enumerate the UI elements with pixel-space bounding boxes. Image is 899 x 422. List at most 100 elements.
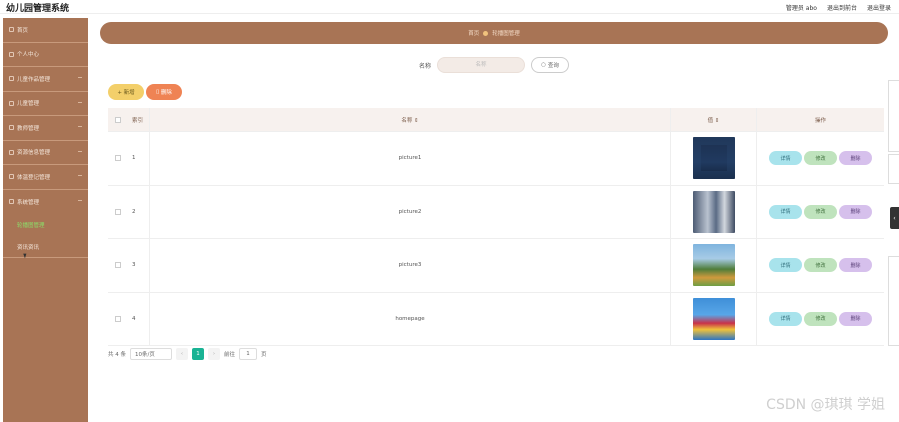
sidebar-item-works[interactable]: 儿童作品管理 <box>3 67 88 92</box>
sidebar-item-profile[interactable]: 个人中心 <box>3 43 88 67</box>
search-bar: 名称 名称 ○ 查询 <box>100 56 888 74</box>
row-thumbnail-image[interactable] <box>692 190 735 233</box>
table-row: 1 picture1 详情 修改 删除 <box>108 132 884 186</box>
row-checkbox[interactable] <box>115 262 121 269</box>
row-checkbox[interactable] <box>115 208 121 215</box>
sidebar-item-label: 儿童管理 <box>17 101 40 108</box>
delete-button[interactable]: 删除 <box>839 258 872 273</box>
row-index: 2 <box>128 185 150 238</box>
sidebar-item-label: 首页 <box>17 27 29 34</box>
sidebar-item-resources[interactable]: 资源信息管理 <box>3 141 88 165</box>
page-unit-label: 页 <box>261 352 267 358</box>
chevron-down-icon <box>78 77 82 78</box>
sidebar-item-label: 系统管理 <box>17 199 40 206</box>
chevron-down-icon <box>78 175 82 176</box>
batch-delete-label: 删除 <box>160 90 172 96</box>
delete-button[interactable]: 删除 <box>839 151 872 166</box>
chevron-down-icon <box>78 126 82 127</box>
side-panel-edge <box>888 154 899 184</box>
row-thumbnail-image[interactable] <box>692 137 735 180</box>
sidebar-item-label: 教师管理 <box>17 125 40 132</box>
batch-delete-button[interactable]: ▯ 删除 <box>146 84 182 100</box>
logout-link[interactable]: 退出登录 <box>867 3 891 12</box>
collapse-handle-icon[interactable]: ‹ <box>890 207 899 229</box>
sidebar-item-label: 体温登记管理 <box>17 174 51 181</box>
user-icon <box>9 51 14 57</box>
watermark: CSDN @琪琪 学姐 <box>766 397 885 413</box>
top-links: 管理员 abo 退出到前台 退出登录 <box>786 3 891 12</box>
search-input[interactable]: 名称 <box>437 57 525 73</box>
sidebar-subitem-carousel[interactable]: 轮播图管理 <box>3 214 88 236</box>
row-thumbnail-image[interactable] <box>692 297 735 340</box>
delete-button[interactable]: 删除 <box>839 204 872 219</box>
row-name: picture1 <box>150 132 671 185</box>
folder-icon <box>9 125 14 131</box>
edit-button[interactable]: 修改 <box>804 204 837 219</box>
sidebar-item-label: 资源信息管理 <box>17 150 51 157</box>
pagination-total: 共 4 条 <box>108 352 126 358</box>
select-all-checkbox[interactable] <box>115 116 121 123</box>
edit-button[interactable]: 修改 <box>804 258 837 273</box>
page-number-current[interactable]: 1 <box>192 348 204 360</box>
settings-icon <box>9 199 14 205</box>
content-panel: 名称 名称 ○ 查询 + 新增 ▯ 删除 索引 名称 ⇕ 值 ⇕ 操作 1 pic… <box>100 50 888 372</box>
sidebar: 首页 个人中心 儿童作品管理 儿童管理 教师管理 资源信息管理 体温登记管理 系… <box>3 18 88 422</box>
search-button[interactable]: ○ 查询 <box>531 57 569 73</box>
row-name: picture2 <box>150 185 671 238</box>
chevron-down-icon <box>78 150 82 152</box>
detail-button[interactable]: 详情 <box>769 311 802 326</box>
home-icon <box>9 27 14 33</box>
page-size-select[interactable]: 10条/页 <box>130 348 172 360</box>
next-page-button[interactable]: › <box>208 348 220 360</box>
column-header-value[interactable]: 值 ⇕ <box>671 108 757 131</box>
breadcrumb: 首页 轮播图管理 <box>100 22 888 44</box>
breadcrumb-home[interactable]: 首页 <box>468 29 479 37</box>
chevron-up-icon <box>78 199 82 201</box>
prev-page-button[interactable]: ‹ <box>176 348 188 360</box>
detail-button[interactable]: 详情 <box>769 204 802 219</box>
row-checkbox[interactable] <box>115 155 121 162</box>
table-row: 2 picture2 详情 修改 删除 <box>108 185 884 239</box>
goto-label: 前往 <box>224 352 236 358</box>
sidebar-item-label: 儿童作品管理 <box>17 76 51 83</box>
column-header-ops: 操作 <box>814 117 826 124</box>
table-header: 索引 名称 ⇕ 值 ⇕ 操作 <box>108 108 884 132</box>
row-name: picture3 <box>150 239 671 292</box>
search-button-label: 查询 <box>547 63 559 69</box>
exit-to-frontend-link[interactable]: 退出到前台 <box>827 3 857 12</box>
row-thumbnail-image[interactable] <box>692 244 735 287</box>
edit-button[interactable]: 修改 <box>804 151 837 166</box>
chevron-down-icon <box>78 101 82 103</box>
sidebar-item-system[interactable]: 系统管理 <box>3 190 88 215</box>
add-button[interactable]: + 新增 <box>108 84 144 100</box>
side-panel-edge <box>888 256 899 346</box>
folder-icon <box>9 100 14 106</box>
data-table: 索引 名称 ⇕ 值 ⇕ 操作 1 picture1 详情 修改 删除 2 pic… <box>108 108 884 346</box>
detail-button[interactable]: 详情 <box>769 258 802 273</box>
row-index: 4 <box>128 292 150 345</box>
detail-button[interactable]: 详情 <box>769 151 802 166</box>
column-header-name[interactable]: 名称 ⇕ <box>150 108 671 131</box>
edit-button[interactable]: 修改 <box>804 311 837 326</box>
app-title: 幼儿园管理系统 <box>6 4 70 14</box>
row-checkbox[interactable] <box>115 315 121 322</box>
table-row: 4 homepage 详情 修改 删除 <box>108 292 884 346</box>
main-content: 首页 轮播图管理 名称 名称 ○ 查询 + 新增 ▯ 删除 索引 名称 ⇕ 值 ⇕… <box>90 14 899 422</box>
delete-button[interactable]: 删除 <box>839 311 872 326</box>
pagination: 共 4 条 10条/页 ‹ 1 › 前往 1 页 <box>108 348 267 360</box>
sidebar-item-home[interactable]: 首页 <box>3 18 88 43</box>
row-index: 1 <box>128 132 150 185</box>
side-panel-edge <box>888 80 899 152</box>
sidebar-item-children[interactable]: 儿童管理 <box>3 92 88 116</box>
table-row: 3 picture3 详情 修改 删除 <box>108 239 884 293</box>
admin-user-label: 管理员 abo <box>785 5 817 12</box>
breadcrumb-separator-icon <box>483 30 489 36</box>
goto-page-input[interactable]: 1 <box>239 348 258 360</box>
folder-icon <box>9 174 14 180</box>
sidebar-subitem-news[interactable]: 资讯资讯 <box>3 236 88 258</box>
search-icon: ○ <box>541 62 546 68</box>
sidebar-item-temperature[interactable]: 体温登记管理 <box>3 165 88 190</box>
action-buttons: + 新增 ▯ 删除 <box>108 84 182 100</box>
sidebar-item-teachers[interactable]: 教师管理 <box>3 116 88 141</box>
search-label: 名称 <box>418 62 431 70</box>
